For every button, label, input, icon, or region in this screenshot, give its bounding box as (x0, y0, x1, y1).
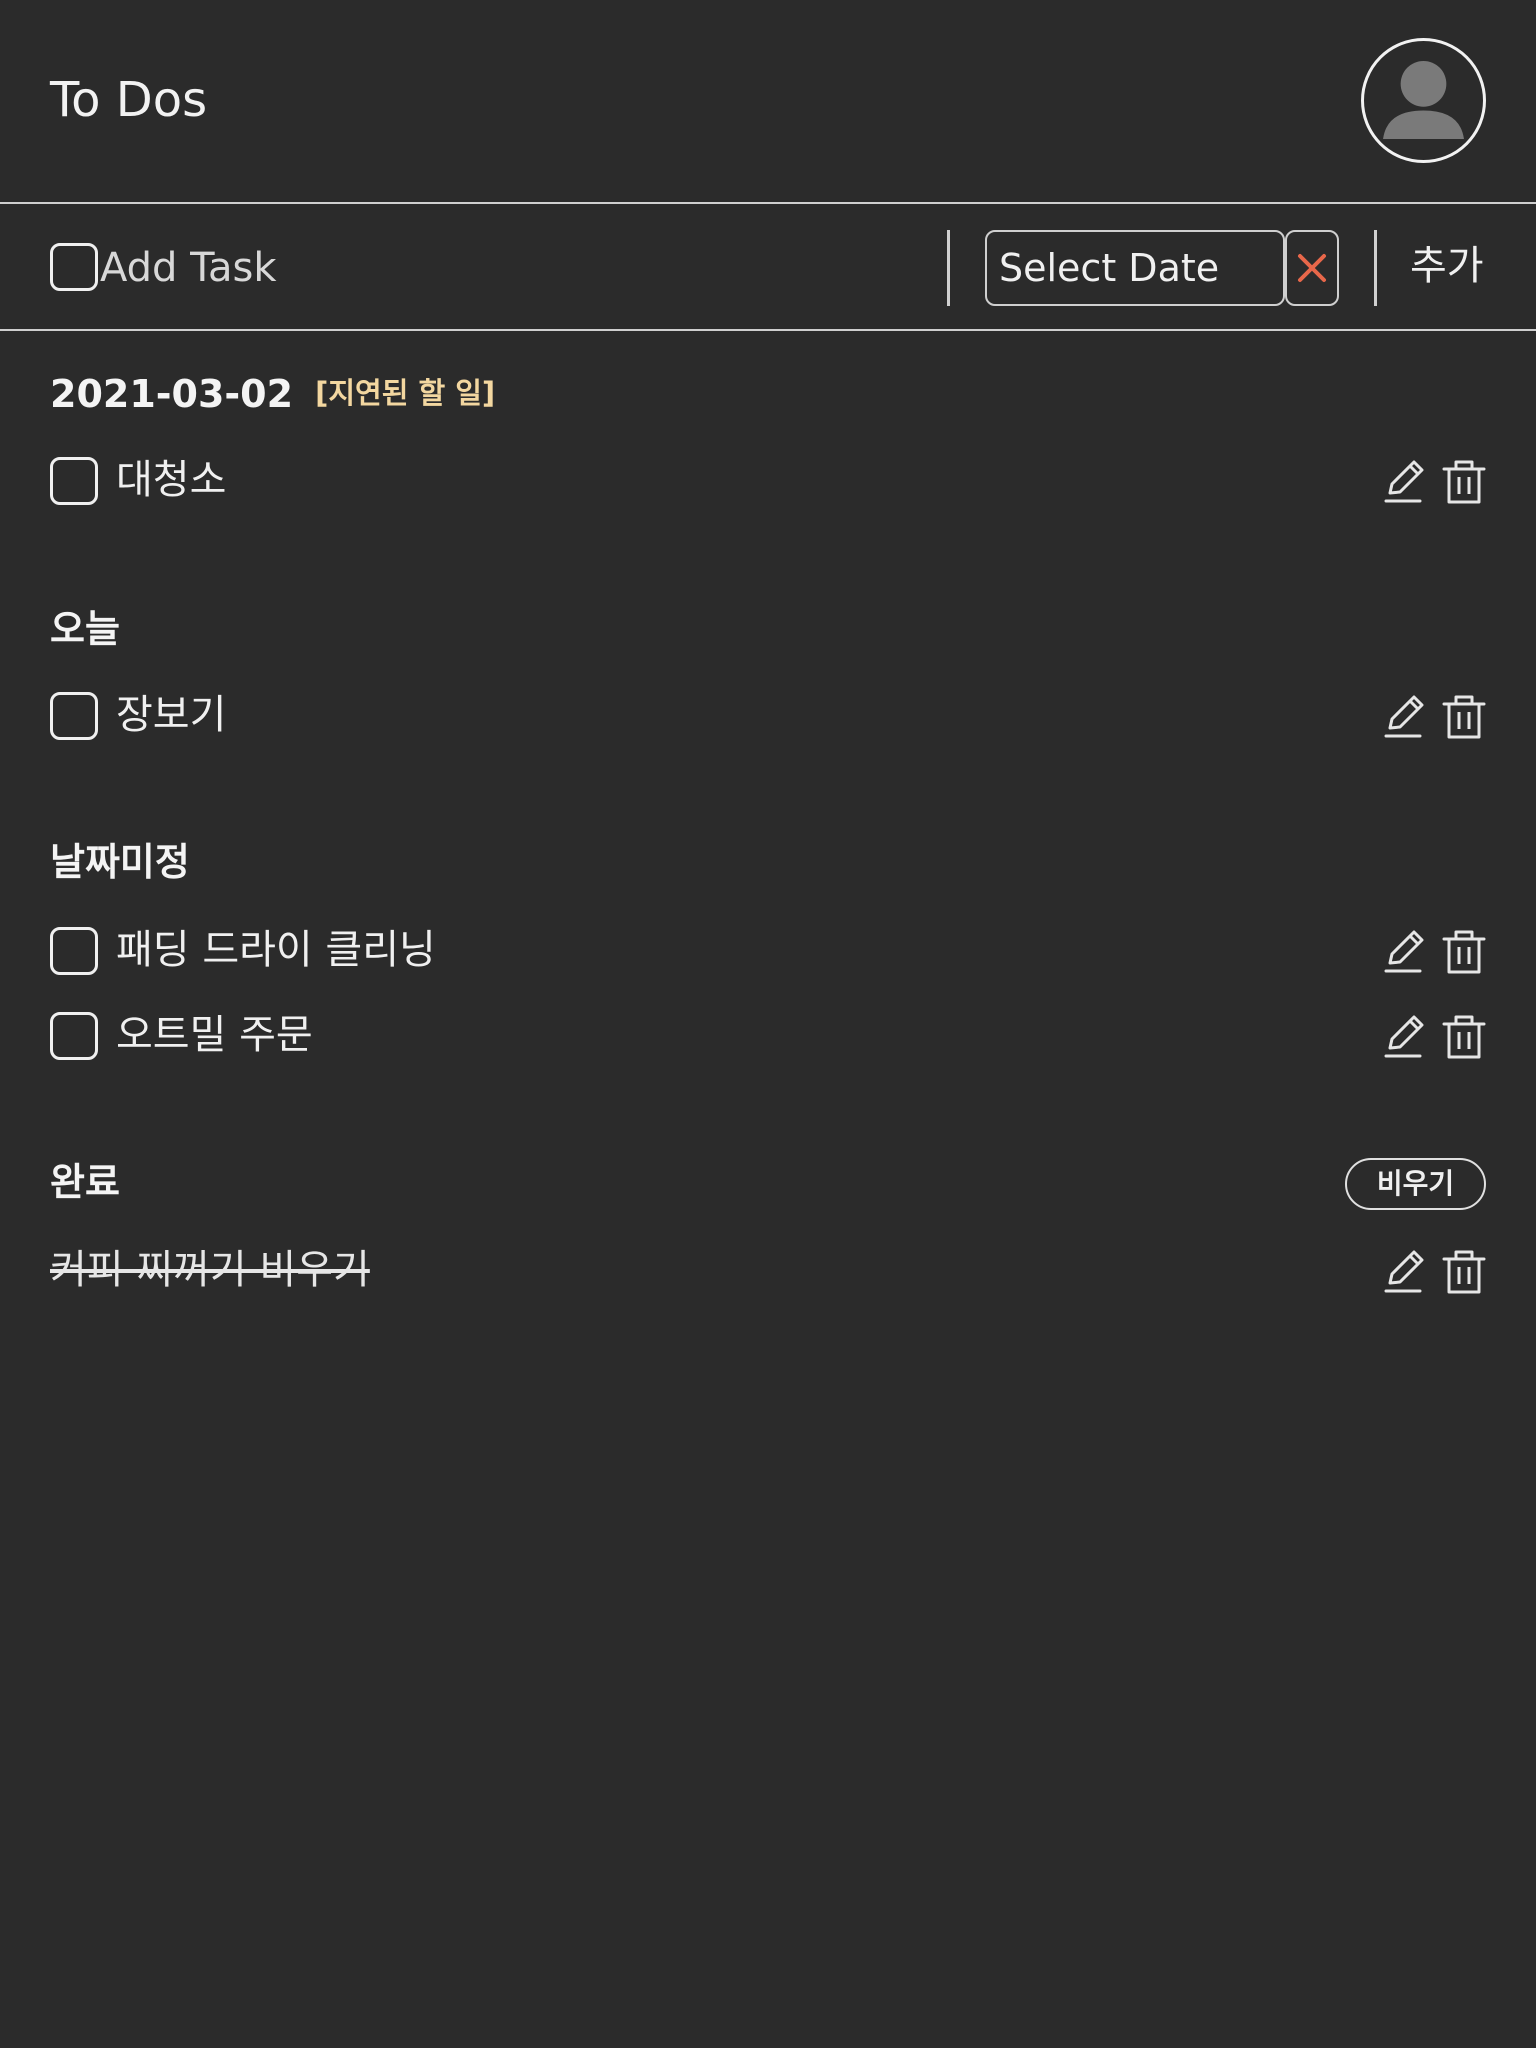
trash-icon (1440, 1247, 1488, 1297)
edit-task-button[interactable] (1380, 927, 1428, 977)
app-header: To Dos (0, 0, 1536, 204)
task-label: 패딩 드라이 클리닝 (116, 927, 436, 973)
trash-icon (1440, 1012, 1488, 1062)
add-task-checkbox[interactable] (50, 243, 98, 291)
task-label: 대청소 (116, 457, 227, 503)
task-checkbox[interactable] (50, 927, 98, 975)
task-item: 장보기 (50, 686, 1486, 746)
delete-task-button[interactable] (1440, 1012, 1488, 1062)
section-date: 2021-03-02 (50, 372, 294, 416)
delete-task-button[interactable] (1440, 692, 1488, 742)
add-task-bar: Select Date 추가 (0, 204, 1536, 331)
divider (947, 230, 950, 306)
task-label: 오트밀 주문 (116, 1012, 313, 1058)
edit-task-button[interactable] (1380, 1247, 1428, 1297)
edit-task-button[interactable] (1380, 1012, 1428, 1062)
pencil-icon (1380, 457, 1428, 507)
trash-icon (1440, 692, 1488, 742)
pencil-icon (1380, 927, 1428, 977)
user-avatar-icon[interactable] (1361, 38, 1486, 163)
task-label: 커피 찌꺼기 비우기 (50, 1247, 370, 1293)
pencil-icon (1380, 1247, 1428, 1297)
section-completed-title: 완료 (50, 1160, 120, 1204)
page-title: To Dos (50, 72, 208, 128)
task-checkbox[interactable] (50, 457, 98, 505)
pencil-icon (1380, 692, 1428, 742)
task-checkbox[interactable] (50, 1012, 98, 1060)
add-task-input[interactable] (100, 238, 920, 298)
add-task-button[interactable]: 추가 (1410, 234, 1484, 298)
section-no-date-title: 날짜미정 (50, 840, 190, 884)
trash-icon (1440, 927, 1488, 977)
edit-task-button[interactable] (1380, 457, 1428, 507)
task-label: 장보기 (116, 692, 227, 738)
edit-task-button[interactable] (1380, 692, 1428, 742)
section-overdue-header: 2021-03-02 [지연된 할 일] (50, 368, 495, 419)
task-item: 대청소 (50, 451, 1486, 511)
date-picker-field[interactable]: Select Date (985, 230, 1285, 306)
delete-task-button[interactable] (1440, 457, 1488, 507)
delete-task-button[interactable] (1440, 1247, 1488, 1297)
delete-task-button[interactable] (1440, 927, 1488, 977)
section-today-title: 오늘 (50, 607, 120, 651)
divider (1374, 230, 1377, 306)
clear-date-button[interactable] (1285, 230, 1339, 306)
task-item: 오트밀 주문 (50, 1006, 1486, 1066)
pencil-icon (1380, 1012, 1428, 1062)
close-icon (1298, 254, 1326, 282)
trash-icon (1440, 457, 1488, 507)
clear-completed-button[interactable]: 비우기 (1345, 1158, 1486, 1210)
task-item: 패딩 드라이 클리닝 (50, 921, 1486, 981)
overdue-tag: [지연된 할 일] (315, 376, 496, 410)
task-checkbox[interactable] (50, 692, 98, 740)
completed-task-item: 커피 찌꺼기 비우기 (50, 1241, 1486, 1301)
